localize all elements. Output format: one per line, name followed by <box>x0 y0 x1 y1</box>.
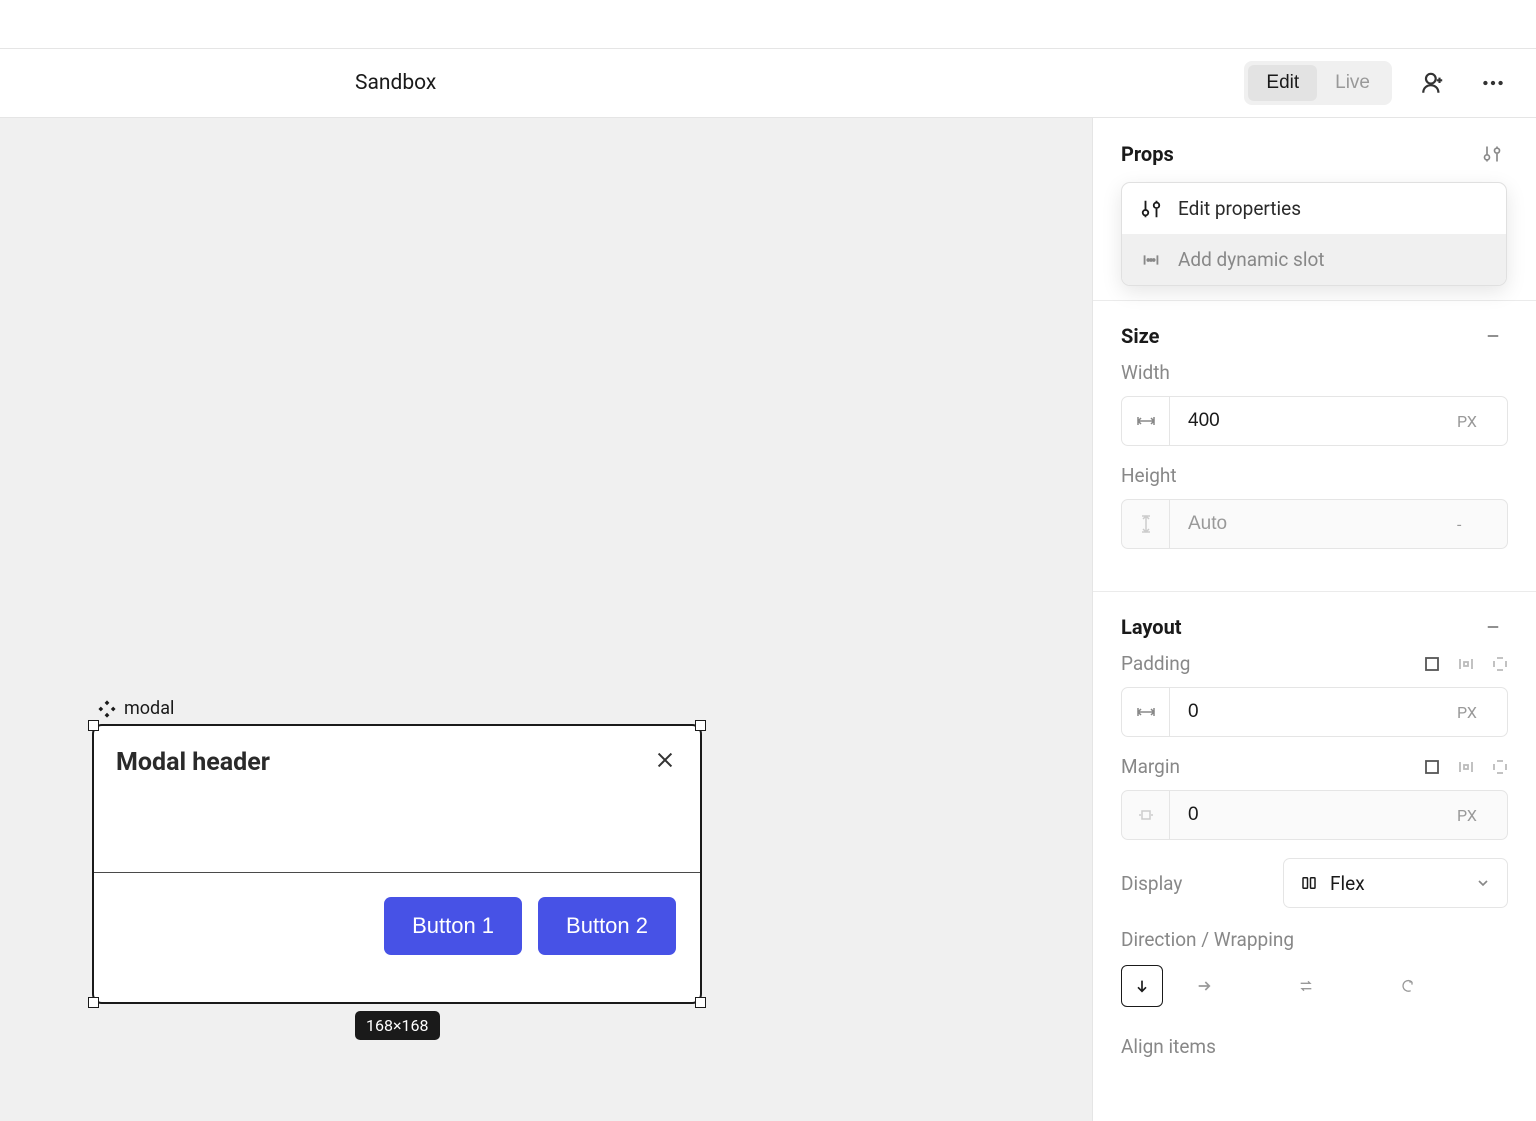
margin-label: Margin <box>1121 755 1180 778</box>
close-icon <box>654 749 676 771</box>
margin-input-group: PX <box>1121 790 1508 840</box>
arrow-down-icon <box>1134 978 1150 994</box>
padding-axis-icon <box>1122 688 1170 736</box>
edit-mode-button[interactable]: Edit <box>1248 65 1317 101</box>
slot-icon <box>1140 249 1162 271</box>
margin-axis-icon <box>1122 791 1170 839</box>
modal-button-2[interactable]: Button 2 <box>538 897 676 955</box>
margin-unit[interactable]: PX <box>1457 806 1507 825</box>
padding-all-icon[interactable] <box>1424 656 1440 672</box>
add-dynamic-slot-label: Add dynamic slot <box>1178 248 1325 271</box>
padding-unit[interactable]: PX <box>1457 703 1507 722</box>
margin-individual-icon[interactable] <box>1492 759 1508 775</box>
width-input-group: PX <box>1121 396 1508 446</box>
display-value: Flex <box>1330 872 1463 895</box>
padding-input-group: PX <box>1121 687 1508 737</box>
page-title: Sandbox <box>355 71 436 95</box>
live-mode-button[interactable]: Live <box>1317 65 1388 101</box>
selection-size-badge: 168×168 <box>355 1011 440 1040</box>
modal-close-button[interactable] <box>654 749 676 776</box>
reverse-button[interactable] <box>1387 965 1429 1007</box>
modal-component[interactable]: Modal header Button 1 Button 2 <box>92 724 702 1004</box>
edit-properties-item[interactable]: Edit properties <box>1122 183 1506 234</box>
size-section-title: Size <box>1121 324 1159 348</box>
horizontal-icon <box>1137 415 1155 427</box>
display-label: Display <box>1121 872 1182 895</box>
minus-icon <box>1484 327 1502 345</box>
chevron-down-icon <box>1475 875 1491 891</box>
box-icon <box>1138 809 1154 821</box>
sliders-icon <box>1140 198 1162 220</box>
sliders-icon <box>1482 144 1502 164</box>
width-label: Width <box>1121 361 1508 384</box>
width-axis-icon <box>1122 397 1170 445</box>
wrap-button[interactable] <box>1285 965 1327 1007</box>
direction-label: Direction / Wrapping <box>1121 928 1508 951</box>
collapse-size-button[interactable] <box>1478 321 1508 351</box>
margin-xy-icon[interactable] <box>1458 759 1474 775</box>
minus-icon <box>1484 618 1502 636</box>
component-icon <box>98 700 116 718</box>
swap-icon <box>1298 978 1314 994</box>
more-menu-button[interactable] <box>1474 64 1512 102</box>
modal-button-1[interactable]: Button 1 <box>384 897 522 955</box>
margin-input[interactable] <box>1170 804 1457 826</box>
app-header: Sandbox Edit Live <box>0 48 1536 118</box>
margin-all-icon[interactable] <box>1424 759 1440 775</box>
props-section-title: Props <box>1121 142 1174 166</box>
mode-toggle: Edit Live <box>1244 61 1392 105</box>
height-unit[interactable]: - <box>1457 515 1507 534</box>
add-user-button[interactable] <box>1414 64 1452 102</box>
edit-properties-label: Edit properties <box>1178 197 1301 220</box>
resize-handle-br[interactable] <box>695 997 706 1008</box>
arrow-right-icon <box>1196 978 1212 994</box>
height-label: Height <box>1121 464 1508 487</box>
padding-individual-icon[interactable] <box>1492 656 1508 672</box>
height-axis-icon <box>1122 500 1170 548</box>
dots-horizontal-icon <box>1480 70 1506 96</box>
reverse-icon <box>1400 978 1416 994</box>
padding-label: Padding <box>1121 652 1190 675</box>
display-select[interactable]: Flex <box>1283 858 1508 908</box>
columns-icon <box>1300 874 1318 892</box>
canvas-area[interactable]: modal Modal header Button 1 Button 2 168… <box>0 118 1093 1121</box>
direction-column-button[interactable] <box>1121 965 1163 1007</box>
width-input[interactable] <box>1170 410 1457 432</box>
component-name-label: modal <box>124 698 174 719</box>
layout-section-title: Layout <box>1121 615 1182 639</box>
direction-row-button[interactable] <box>1183 965 1225 1007</box>
properties-sidebar: Props Edit properties Add dynamic slot <box>1093 118 1536 1121</box>
resize-handle-tr[interactable] <box>695 720 706 731</box>
resize-handle-bl[interactable] <box>88 997 99 1008</box>
height-input-group: - <box>1121 499 1508 549</box>
collapse-layout-button[interactable] <box>1478 612 1508 642</box>
props-dropdown-menu: Edit properties Add dynamic slot <box>1121 182 1507 286</box>
props-settings-button[interactable] <box>1476 138 1508 170</box>
height-input[interactable] <box>1170 513 1457 535</box>
align-items-label: Align items <box>1121 1035 1508 1058</box>
resize-handle-tl[interactable] <box>88 720 99 731</box>
padding-xy-icon[interactable] <box>1458 656 1474 672</box>
padding-input[interactable] <box>1170 701 1457 723</box>
horizontal-icon <box>1137 706 1155 718</box>
add-dynamic-slot-item[interactable]: Add dynamic slot <box>1122 234 1506 285</box>
modal-title: Modal header <box>116 748 270 777</box>
component-tag[interactable]: modal <box>98 698 174 719</box>
user-plus-icon <box>1420 70 1446 96</box>
width-unit[interactable]: PX <box>1457 412 1507 431</box>
vertical-icon <box>1140 515 1152 533</box>
